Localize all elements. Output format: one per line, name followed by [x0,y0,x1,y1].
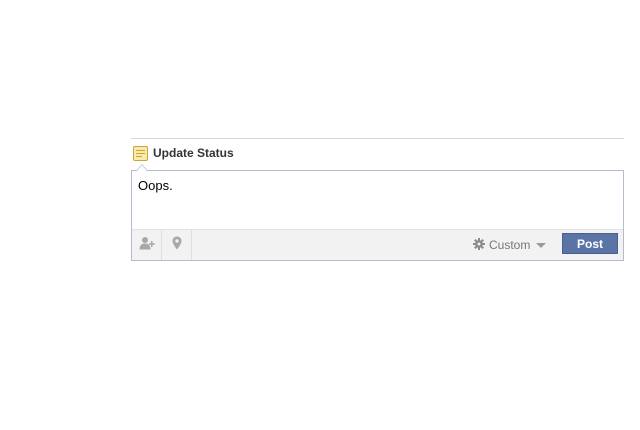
note-icon [133,145,148,161]
post-button[interactable]: Post [562,233,618,254]
status-box: Oops. Custom Post [131,164,624,261]
divider [131,138,624,139]
add-person-icon [139,236,155,255]
add-location-button[interactable] [162,230,192,260]
privacy-selector[interactable]: Custom [473,237,547,253]
location-pin-icon [172,236,182,255]
tag-friends-button[interactable] [132,230,162,260]
tab-label: Update Status [153,146,234,160]
privacy-label: Custom [489,238,531,252]
composer-footer: Custom Post [132,229,623,260]
status-input[interactable]: Oops. [138,178,173,193]
gear-icon [473,237,485,253]
triangle-down-icon [536,238,547,252]
tab-update-status[interactable]: Update Status [133,145,234,161]
